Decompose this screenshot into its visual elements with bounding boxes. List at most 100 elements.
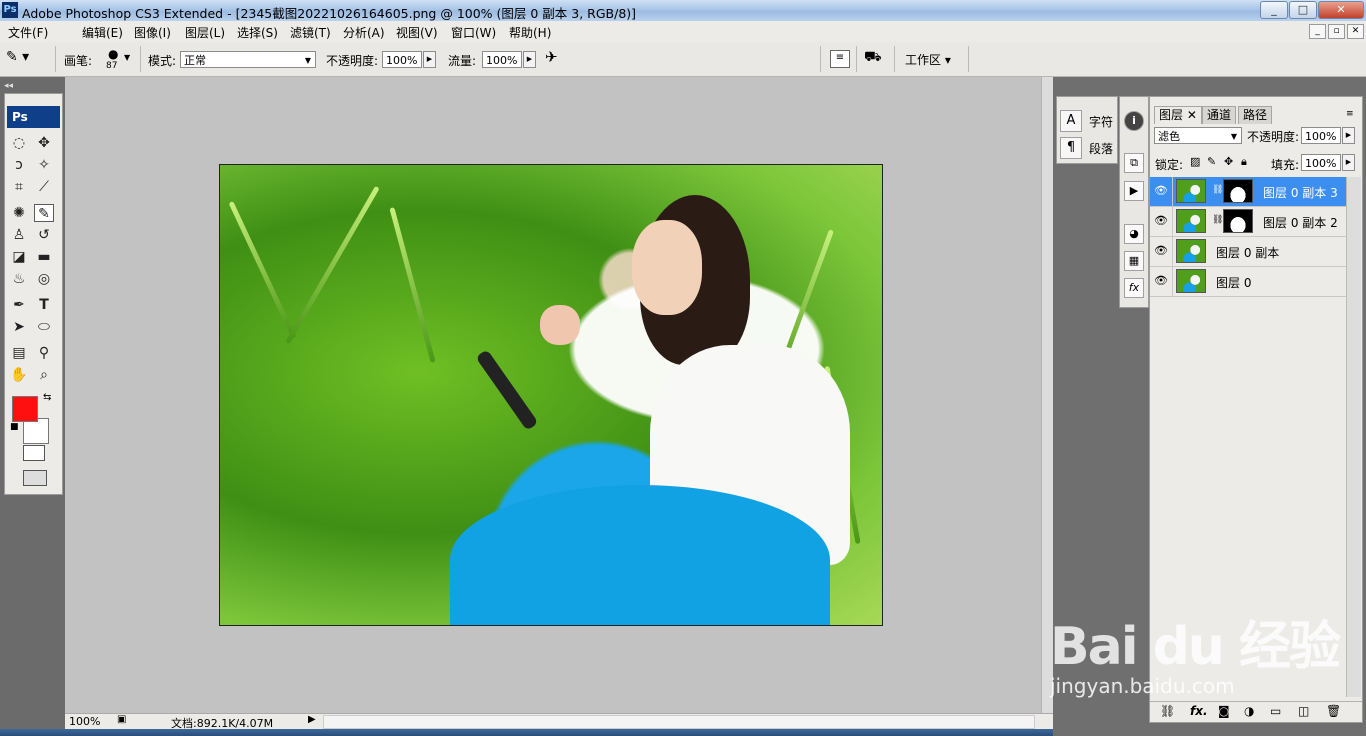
swap-colors-icon[interactable]: ⇆: [43, 392, 51, 403]
hand-tool-icon[interactable]: ✋: [9, 366, 29, 384]
lasso-tool-icon[interactable]: ↄ: [9, 156, 29, 174]
pen-tool-icon[interactable]: ✒: [9, 296, 29, 314]
fill-input[interactable]: 100%: [1301, 154, 1341, 171]
history-icon[interactable]: ⧉: [1124, 153, 1144, 173]
layer-opacity-slider-button[interactable]: ▶: [1342, 127, 1355, 144]
layer-mask-thumbnail[interactable]: [1223, 179, 1253, 203]
mode-select[interactable]: 正常 ▼: [180, 51, 316, 68]
divider: [856, 46, 857, 72]
airbrush-icon[interactable]: ✈: [545, 48, 567, 68]
menu-image[interactable]: 图像(I): [134, 24, 171, 41]
clone-stamp-tool-icon[interactable]: ♙: [9, 226, 29, 244]
dodge-tool-icon[interactable]: ◎: [34, 270, 54, 288]
slice-tool-icon[interactable]: ⟋: [34, 178, 54, 196]
menu-file[interactable]: 文件(F): [8, 24, 48, 41]
menu-filter[interactable]: 滤镜(T): [290, 24, 331, 41]
menu-window[interactable]: 窗口(W): [451, 24, 496, 41]
menu-edit[interactable]: 编辑(E): [82, 24, 123, 41]
paragraph-panel-button[interactable]: ¶ 段落: [1060, 137, 1114, 159]
document-canvas-area[interactable]: [65, 77, 1041, 714]
layer-row[interactable]: 👁︎ ⛓ 图层 0 副本 2: [1150, 207, 1346, 237]
layer-row[interactable]: 👁︎ ⛓ 图层 0 副本 3: [1150, 177, 1346, 207]
brush-picker[interactable]: ● 87 ▼: [104, 47, 134, 73]
actions-icon[interactable]: ▶: [1124, 181, 1144, 201]
layer-opacity-input[interactable]: 100%: [1301, 127, 1341, 144]
palette-well-icon[interactable]: ≡: [830, 50, 850, 68]
notes-tool-icon[interactable]: ▤: [9, 344, 29, 362]
shape-tool-icon[interactable]: ⬭: [34, 318, 54, 336]
panel-menu-icon[interactable]: ≡: [1346, 109, 1354, 119]
healing-brush-tool-icon[interactable]: ✺: [9, 204, 29, 222]
default-colors-icon[interactable]: ■: [10, 422, 19, 432]
swatches-icon[interactable]: ▦: [1124, 251, 1144, 271]
collapse-arrows-icon[interactable]: ◂◂: [4, 81, 13, 91]
eyedropper-tool-icon[interactable]: ⚲: [34, 344, 54, 362]
lock-all-icon[interactable]: 🔒︎: [1241, 155, 1247, 169]
quick-mask-icon[interactable]: [23, 445, 45, 461]
menu-analysis[interactable]: 分析(A): [343, 24, 385, 41]
foreground-color-swatch[interactable]: [12, 396, 38, 422]
visibility-toggle[interactable]: 👁︎: [1150, 207, 1173, 236]
minimize-button[interactable]: _: [1260, 1, 1288, 19]
info-icon[interactable]: i: [1124, 111, 1144, 131]
face: [632, 220, 702, 315]
color-icon[interactable]: ◕: [1124, 224, 1144, 244]
magic-wand-tool-icon[interactable]: ✧: [34, 156, 54, 174]
menu-view[interactable]: 视图(V): [396, 24, 438, 41]
menu-help[interactable]: 帮助(H): [509, 24, 551, 41]
character-panel-button[interactable]: A 字符: [1060, 110, 1114, 132]
menu-select[interactable]: 选择(S): [237, 24, 278, 41]
tab-paths[interactable]: 路径: [1238, 106, 1273, 124]
menu-layer[interactable]: 图层(L): [185, 24, 225, 41]
bicycle-handle: [475, 349, 539, 431]
status-bar: 100% ▣ 文档:892.1K/4.07M ▶: [65, 713, 1055, 730]
workspace-button[interactable]: 工作区 ▾: [905, 51, 951, 68]
blur-tool-icon[interactable]: ♨: [9, 270, 29, 288]
doc-restore-button[interactable]: ▫: [1328, 24, 1345, 39]
lock-image-icon[interactable]: ✎: [1207, 155, 1216, 168]
brush-tool-icon[interactable]: ✎: [34, 204, 54, 222]
styles-icon[interactable]: fx: [1124, 278, 1144, 298]
lock-transparent-icon[interactable]: ▨: [1190, 155, 1200, 168]
eraser-tool-icon[interactable]: ◪: [9, 248, 29, 266]
status-arrow-icon[interactable]: ▶: [308, 714, 316, 725]
opacity-input[interactable]: 100%: [382, 51, 422, 68]
history-brush-tool-icon[interactable]: ↺: [34, 226, 54, 244]
gradient-tool-icon[interactable]: ▬: [34, 248, 54, 266]
tab-channels[interactable]: 通道: [1202, 106, 1237, 124]
marquee-tool-icon[interactable]: ◌: [9, 134, 29, 152]
fill-label: 填充:: [1271, 158, 1300, 172]
zoom-tool-icon[interactable]: ⌕: [34, 366, 54, 384]
layer-row[interactable]: 👁︎ 图层 0 副本: [1150, 237, 1346, 267]
maximize-button[interactable]: □: [1289, 1, 1317, 19]
flow-input[interactable]: 100%: [482, 51, 522, 68]
doc-minimize-button[interactable]: _: [1309, 24, 1326, 39]
tab-layers[interactable]: 图层 ✕: [1154, 106, 1202, 124]
baidu-watermark: Bai du 经验 jingyan.baidu.com: [1050, 590, 1350, 710]
visibility-toggle[interactable]: 👁︎: [1150, 177, 1173, 206]
opacity-slider-button[interactable]: ▶: [423, 51, 436, 68]
layer-mask-thumbnail[interactable]: [1223, 209, 1253, 233]
crop-tool-icon[interactable]: ⌗: [9, 178, 29, 196]
fill-slider-button[interactable]: ▶: [1342, 154, 1355, 171]
bridge-icon[interactable]: ⛟: [864, 49, 888, 67]
layer-row[interactable]: 👁︎ 图层 0: [1150, 267, 1346, 297]
close-button[interactable]: ✕: [1318, 1, 1364, 19]
chevron-down-icon: ▼: [1230, 132, 1237, 141]
visibility-toggle[interactable]: 👁︎: [1150, 267, 1173, 296]
visibility-toggle[interactable]: 👁︎: [1150, 237, 1173, 266]
document-image[interactable]: [219, 164, 883, 626]
move-tool-icon[interactable]: ✥: [34, 134, 54, 152]
horizontal-scrollbar[interactable]: [323, 715, 1035, 729]
doc-close-button[interactable]: ✕: [1347, 24, 1364, 39]
blend-mode-select[interactable]: 滤色 ▼: [1154, 127, 1242, 144]
lock-position-icon[interactable]: ✥: [1224, 155, 1233, 168]
path-selection-tool-icon[interactable]: ➤: [9, 318, 29, 336]
status-menu-icon[interactable]: ▣: [117, 714, 126, 725]
zoom-level[interactable]: 100%: [69, 715, 100, 728]
type-tool-icon[interactable]: T: [34, 296, 54, 314]
screen-mode-icon[interactable]: [23, 470, 47, 486]
flow-slider-button[interactable]: ▶: [523, 51, 536, 68]
divider: [55, 46, 56, 72]
brush-tool-preset-icon[interactable]: ✎ ▾: [6, 49, 46, 69]
